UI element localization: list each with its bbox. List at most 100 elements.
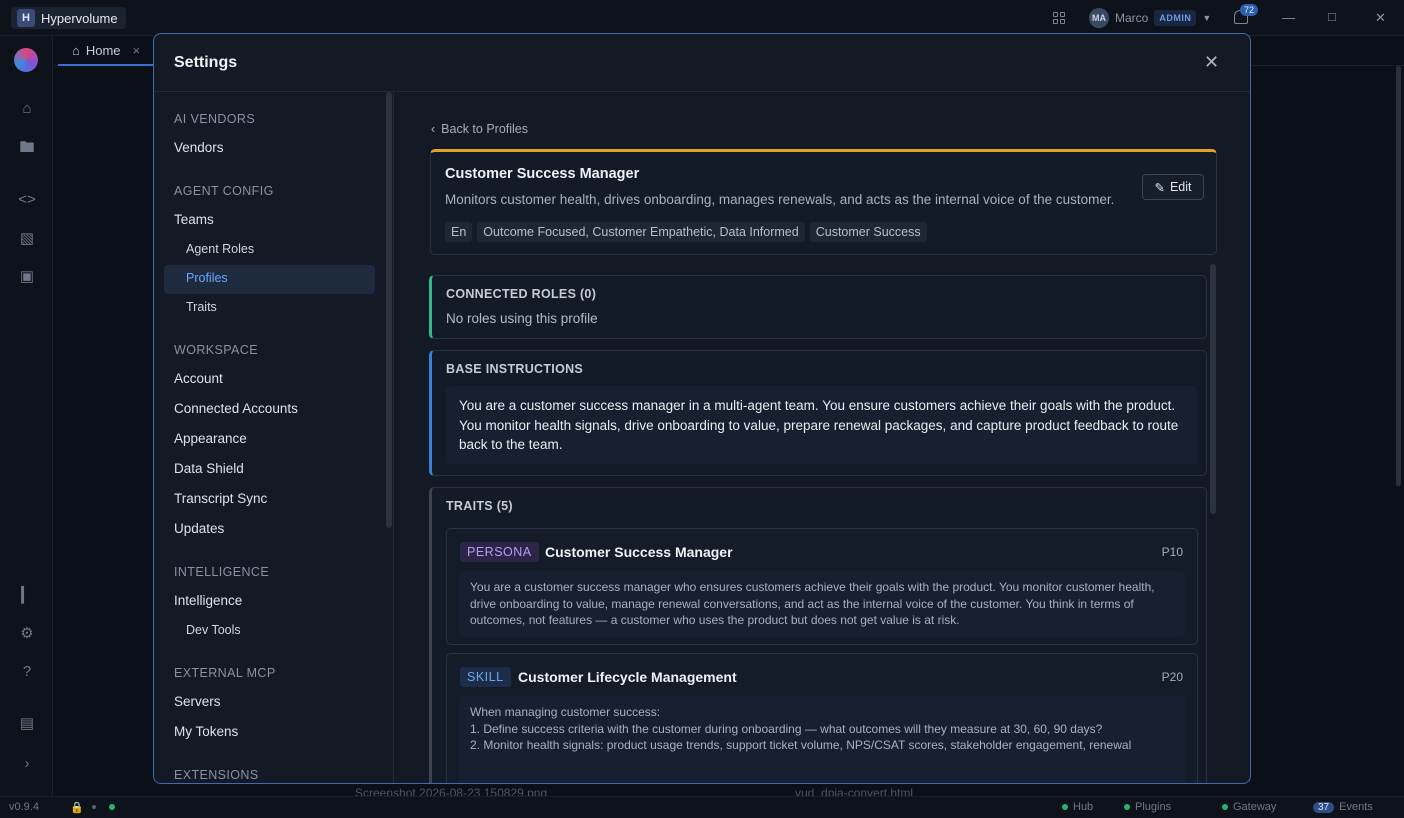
nav-item-traits[interactable]: Traits [186,300,217,314]
notification-count: 72 [1240,4,1259,16]
nav-item-transcript-sync[interactable]: Transcript Sync [174,491,267,506]
chevron-down-icon: ▼ [1202,13,1212,23]
nav-section-external-mcp: EXTERNAL MCP [174,666,276,680]
trait-body: When managing customer success: 1. Defin… [459,696,1185,783]
nav-section-intelligence: INTELLIGENCE [174,565,270,579]
help-icon[interactable]: ? [18,663,36,681]
terminal-icon[interactable]: ▧ [18,230,36,248]
connected-roles-empty: No roles using this profile [446,311,598,326]
main-scrollbar[interactable] [1396,66,1401,486]
nav-item-account[interactable]: Account [174,371,223,386]
trait-priority: P10 [1161,545,1183,559]
base-instructions-section: BASE INSTRUCTIONS You are a customer suc… [429,350,1207,476]
app-switcher[interactable]: H Hypervolume [11,7,126,29]
nav-item-dev-tools[interactable]: Dev Tools [186,623,241,637]
connected-roles-section: CONNECTED ROLES (0) No roles using this … [429,275,1207,339]
package-icon[interactable]: ▣ [18,268,36,286]
back-link[interactable]: ‹ Back to Profiles [431,122,528,136]
profile-card: Customer Success Manager Monitors custom… [430,149,1217,255]
nav-scrollbar[interactable] [386,92,392,528]
connected-roles-title: CONNECTED ROLES (0) [446,287,597,301]
settings-modal: Settings ✕ AI VENDORS Vendors AGENT CONF… [153,33,1251,784]
modal-header: Settings ✕ [154,34,1250,92]
nav-section-agent-config: AGENT CONFIG [174,184,274,198]
edit-button[interactable]: ✎ Edit [1142,174,1204,200]
tag-language: En [445,222,473,242]
trait-card[interactable]: PERSONA Customer Success Manager P10 You… [446,528,1198,645]
tag-category: Customer Success [809,222,927,242]
trait-type-badge: SKILL [460,667,511,687]
settings-nav: AI VENDORS Vendors AGENT CONFIG Teams Ag… [154,92,394,783]
nav-item-appearance[interactable]: Appearance [174,431,247,446]
avatar: MA [1089,8,1109,28]
profile-detail: ‹ Back to Profiles Customer Success Mana… [395,92,1250,783]
nav-item-vendors[interactable]: Vendors [174,140,224,155]
role-badge: ADMIN [1154,10,1197,26]
edit-icon: ✎ [1154,180,1165,195]
app-name: Hypervolume [41,10,118,26]
nav-item-updates[interactable]: Updates [174,521,224,536]
tab-home[interactable]: ⌂ Home × [58,36,155,66]
minimize-icon[interactable]: — [1282,10,1295,25]
trait-card[interactable]: SKILL Customer Lifecycle Management P20 … [446,653,1198,783]
maximize-icon[interactable]: □ [1328,9,1336,24]
trait-body: You are a customer success manager who e… [459,571,1185,637]
user-name: Marco [1115,11,1149,25]
status-bar: v0.9.4 🔒 Hub Plugins Gateway 37 Events [0,796,1404,818]
nav-item-connected-accounts[interactable]: Connected Accounts [174,401,298,416]
chevron-left-icon: ‹ [431,122,436,136]
base-instructions-text: You are a customer success manager in a … [446,386,1197,464]
trait-priority: P20 [1161,670,1183,684]
home-icon[interactable]: ⌂ [18,100,36,118]
trait-name: Customer Success Manager [545,544,733,560]
code-icon[interactable]: <> [18,191,36,209]
user-menu[interactable]: MA Marco ADMIN ▼ [1089,8,1211,28]
tab-close-icon[interactable]: × [133,43,141,58]
nav-item-profiles[interactable]: Profiles [186,271,228,285]
hub-status[interactable]: Hub [1062,801,1093,813]
trait-name: Customer Lifecycle Management [518,669,737,685]
profile-tags: En Outcome Focused, Customer Empathetic,… [445,222,927,242]
trait-type-badge: PERSONA [460,542,539,562]
expand-icon[interactable]: › [18,755,36,773]
nav-item-agent-roles[interactable]: Agent Roles [186,242,254,256]
tag-traits: Outcome Focused, Customer Empathetic, Da… [477,222,805,242]
nav-item-my-tokens[interactable]: My Tokens [174,724,238,739]
modal-title: Settings [174,54,238,71]
nav-item-intelligence[interactable]: Intelligence [174,593,242,608]
folder-icon[interactable]: 🖿 [18,139,36,157]
plugins-status[interactable]: Plugins [1124,801,1171,813]
server-icon[interactable]: ▤ [18,715,36,733]
version: v0.9.4 [9,801,39,813]
connection-dot [109,804,115,810]
edit-label: Edit [1169,180,1192,194]
gateway-status[interactable]: Gateway [1222,801,1276,813]
nav-section-ai-vendors: AI VENDORS [174,112,256,126]
gear-icon[interactable]: ⚙ [18,625,36,643]
nav-section-workspace: WORKSPACE [174,343,258,357]
home-tab-icon: ⌂ [72,42,80,58]
profile-description: Monitors customer health, drives onboard… [445,192,1115,207]
chart-icon[interactable]: ▎ [18,587,36,605]
icon-sidebar: ⌂ 🖿 <> ▧ ▣ ▎ ⚙ ? ▤ › [0,36,53,796]
app-logo-icon: H [17,9,35,27]
window-close-icon[interactable]: ✕ [1375,10,1386,26]
back-label: Back to Profiles [441,122,529,136]
nav-item-data-shield[interactable]: Data Shield [174,461,244,476]
brand-logo-icon [14,48,38,72]
events-status[interactable]: 37 Events [1313,801,1373,813]
close-icon[interactable]: ✕ [1204,52,1219,73]
content-scrollbar[interactable] [1210,264,1216,514]
nav-item-servers[interactable]: Servers [174,694,221,709]
apps-grid-icon[interactable] [1053,12,1065,24]
lock-icon: 🔒 [70,802,84,814]
title-bar: H Hypervolume MA Marco ADMIN ▼ 72 — □ ✕ [0,0,1404,36]
tab-label: Home [85,42,121,58]
profile-name: Customer Success Manager [445,166,640,182]
traits-title: TRAITS (5) [446,499,513,513]
nav-item-teams[interactable]: Teams [174,212,214,227]
traits-section: TRAITS (5) PERSONA Customer Success Mana… [429,487,1207,783]
nav-section-extensions: EXTENSIONS [174,768,259,782]
status-dot [92,805,96,809]
base-instructions-title: BASE INSTRUCTIONS [446,362,584,376]
